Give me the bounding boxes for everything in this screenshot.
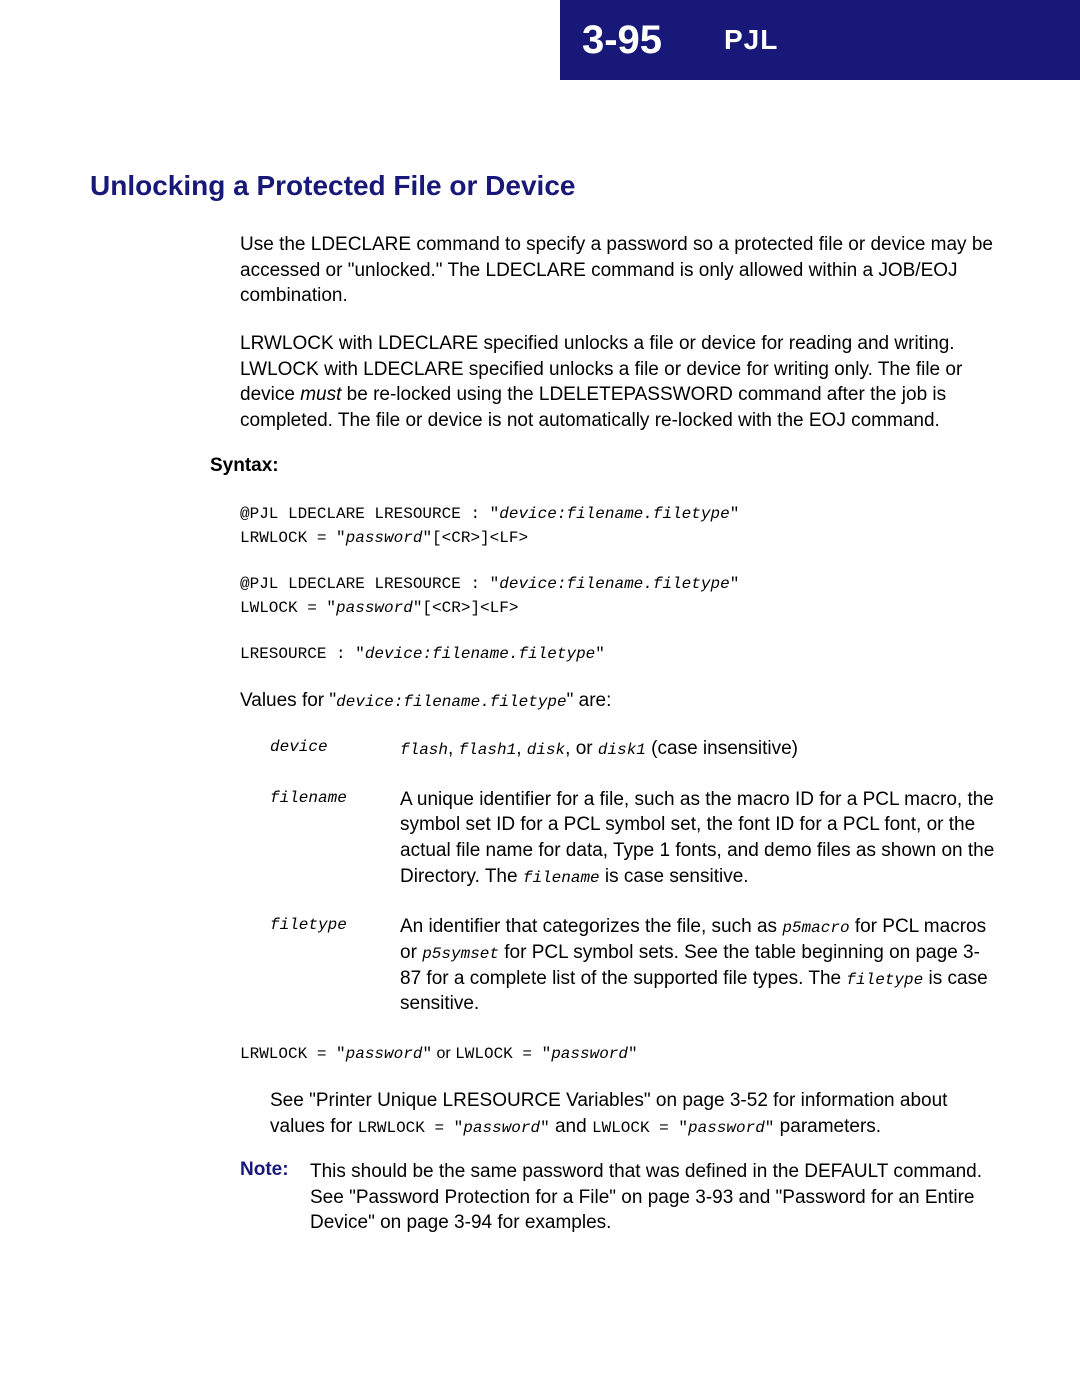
definition-body: An identifier that categorizes the file,… bbox=[400, 914, 1000, 1017]
code-text: " bbox=[628, 1045, 638, 1063]
text: An identifier that categorizes the file,… bbox=[400, 916, 782, 937]
code-value: flash1 bbox=[459, 741, 517, 759]
page-content: Unlocking a Protected File or Device Use… bbox=[0, 80, 1080, 1296]
lock-line: LRWLOCK = "password" or LWLOCK = "passwo… bbox=[240, 1042, 1000, 1066]
text: Values for " bbox=[240, 690, 336, 711]
syntax-block-3: LRESOURCE : "device:filename.filetype" bbox=[240, 642, 1000, 666]
values-intro: Values for "device:filename.filetype" ar… bbox=[240, 688, 1000, 714]
definition-list: device flash, flash1, disk, or disk1 (ca… bbox=[270, 736, 1000, 1017]
note-body: This should be the same password that wa… bbox=[310, 1159, 1000, 1236]
code-text: @PJL LDECLARE LRESOURCE : " bbox=[240, 575, 499, 593]
definition-body: flash, flash1, disk, or disk1 (case inse… bbox=[400, 736, 798, 762]
code-value: disk bbox=[527, 741, 565, 759]
syntax-block-1: @PJL LDECLARE LRESOURCE : "device:filena… bbox=[240, 502, 1000, 550]
syntax-block-2: @PJL LDECLARE LRESOURCE : "device:filena… bbox=[240, 572, 1000, 620]
code-placeholder: password bbox=[688, 1119, 765, 1137]
code-text: LRESOURCE : " bbox=[240, 645, 365, 663]
note-label: Note: bbox=[240, 1159, 310, 1236]
code-placeholder: password bbox=[346, 529, 423, 547]
text: , bbox=[448, 738, 459, 759]
code-text: @PJL LDECLARE LRESOURCE : " bbox=[240, 505, 499, 523]
code-text: " bbox=[595, 645, 605, 663]
definition-device: device flash, flash1, disk, or disk1 (ca… bbox=[270, 736, 1000, 762]
code-placeholder: filetype bbox=[846, 971, 923, 989]
text: be re-locked using the LDELETEPASSWORD c… bbox=[240, 384, 946, 431]
code-text: " bbox=[765, 1119, 775, 1137]
definition-filename: filename A unique identifier for a file,… bbox=[270, 787, 1000, 890]
code-placeholder: password bbox=[551, 1045, 628, 1063]
text: and bbox=[550, 1116, 592, 1137]
code-text: "[<CR>]<LF> bbox=[422, 529, 528, 547]
code-text: LWLOCK = " bbox=[592, 1119, 688, 1137]
code-text: LRWLOCK = " bbox=[358, 1119, 464, 1137]
code-placeholder: password bbox=[346, 1045, 423, 1063]
chapter-label: PJL bbox=[684, 0, 1080, 80]
text: (case insensitive) bbox=[646, 738, 798, 759]
code-value: p5symset bbox=[422, 945, 499, 963]
page-number-box: 3-95 bbox=[560, 0, 684, 80]
code-value: disk1 bbox=[598, 741, 646, 759]
text: is case sensitive. bbox=[600, 866, 749, 887]
code-value: p5macro bbox=[782, 919, 849, 937]
section-title: Unlocking a Protected File or Device bbox=[90, 170, 1000, 202]
intro-paragraph-2: LRWLOCK with LDECLARE specified unlocks … bbox=[240, 331, 1000, 434]
see-reference: See "Printer Unique LRESOURCE Variables"… bbox=[270, 1088, 1000, 1139]
definition-filetype: filetype An identifier that categorizes … bbox=[270, 914, 1000, 1017]
text: , bbox=[516, 738, 527, 759]
page-header: 3-95 PJL bbox=[560, 0, 1080, 80]
definition-term: device bbox=[270, 736, 400, 762]
code-text: " bbox=[422, 1045, 432, 1063]
code-placeholder: password bbox=[463, 1119, 540, 1137]
code-text: " bbox=[540, 1119, 550, 1137]
intro-paragraph-1: Use the LDECLARE command to specify a pa… bbox=[240, 232, 1000, 309]
definition-body: A unique identifier for a file, such as … bbox=[400, 787, 1000, 890]
text: or bbox=[432, 1045, 455, 1062]
code-value: flash bbox=[400, 741, 448, 759]
text: , or bbox=[565, 738, 598, 759]
text: parameters. bbox=[774, 1116, 881, 1137]
code-text: LRWLOCK = " bbox=[240, 1045, 346, 1063]
code-placeholder: device:filename.filetype bbox=[499, 575, 729, 593]
text: " are: bbox=[567, 690, 612, 711]
emphasis-must: must bbox=[300, 384, 341, 405]
code-text: LWLOCK = " bbox=[455, 1045, 551, 1063]
definition-term: filetype bbox=[270, 914, 400, 1017]
code-text: "[<CR>]<LF> bbox=[413, 599, 519, 617]
code-placeholder: filename bbox=[523, 869, 600, 887]
note-block: Note: This should be the same password t… bbox=[240, 1159, 1000, 1236]
code-placeholder: device:filename.filetype bbox=[499, 505, 729, 523]
syntax-heading: Syntax: bbox=[210, 455, 1000, 477]
code-placeholder: device:filename.filetype bbox=[365, 645, 595, 663]
code-placeholder: device:filename.filetype bbox=[336, 693, 566, 711]
definition-term: filename bbox=[270, 787, 400, 890]
code-placeholder: password bbox=[336, 599, 413, 617]
